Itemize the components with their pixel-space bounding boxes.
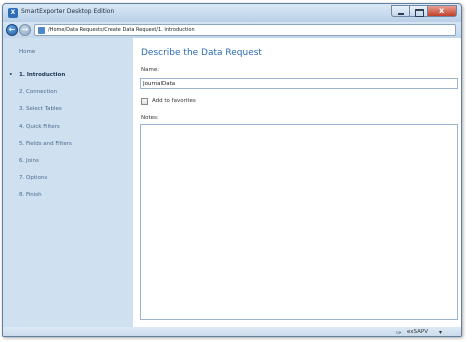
close-button[interactable] xyxy=(427,5,457,17)
sidebar-item-select-tables[interactable]: 3. Select Tables xyxy=(3,103,133,115)
sidebar: Home • 1. Introduction 2. Connection 3. … xyxy=(3,38,133,327)
maximize-button[interactable] xyxy=(409,5,427,17)
sidebar-item-label: 1. Introduction xyxy=(19,72,66,78)
chevron-down-icon[interactable]: ▾ xyxy=(439,329,442,336)
window-title: SmartExporter Desktop Edition xyxy=(21,8,115,15)
status-bar: ✑ exSAPV ▾ xyxy=(3,327,461,337)
favorites-checkbox[interactable] xyxy=(141,98,148,105)
notes-label: Notes: xyxy=(141,115,159,121)
address-bar[interactable]: /Home/Data Requests/Create Data Request/… xyxy=(34,24,456,36)
sidebar-item-home[interactable]: Home xyxy=(3,46,133,58)
title-bar[interactable]: X SmartExporter Desktop Edition xyxy=(3,4,461,22)
name-label: Name: xyxy=(141,67,160,73)
connection-name[interactable]: exSAPV xyxy=(407,329,428,335)
main-content: Describe the Data Request Name: Add to f… xyxy=(133,38,461,327)
favorites-label[interactable]: Add to favorites xyxy=(152,98,196,104)
app-window: X SmartExporter Desktop Edition ← → /Hom… xyxy=(2,3,462,337)
address-path: /Home/Data Requests/Create Data Request/… xyxy=(48,27,195,33)
window-controls xyxy=(391,5,457,17)
sidebar-item-fields-and-filters[interactable]: 5. Fields and Filters xyxy=(3,138,133,150)
sidebar-item-introduction[interactable]: • 1. Introduction xyxy=(3,69,133,81)
page-title: Describe the Data Request xyxy=(141,48,262,58)
active-step-bullet: • xyxy=(9,72,13,78)
back-button[interactable]: ← xyxy=(6,24,18,36)
forward-button[interactable]: → xyxy=(19,24,31,36)
minimize-button[interactable] xyxy=(391,5,409,17)
sidebar-item-connection[interactable]: 2. Connection xyxy=(3,86,133,98)
sidebar-item-options[interactable]: 7. Options xyxy=(3,172,133,184)
sidebar-item-joins[interactable]: 6. Joins xyxy=(3,155,133,167)
name-field[interactable] xyxy=(140,78,458,89)
app-logo-icon: X xyxy=(8,8,18,18)
connection-icon: ✑ xyxy=(396,329,402,337)
sidebar-item-finish[interactable]: 8. Finish xyxy=(3,189,133,201)
notes-textarea[interactable] xyxy=(140,124,458,320)
navigation-bar: ← → /Home/Data Requests/Create Data Requ… xyxy=(3,22,461,38)
folder-icon xyxy=(38,27,45,34)
sidebar-item-quick-filters[interactable]: 4. Quick Filters xyxy=(3,121,133,133)
